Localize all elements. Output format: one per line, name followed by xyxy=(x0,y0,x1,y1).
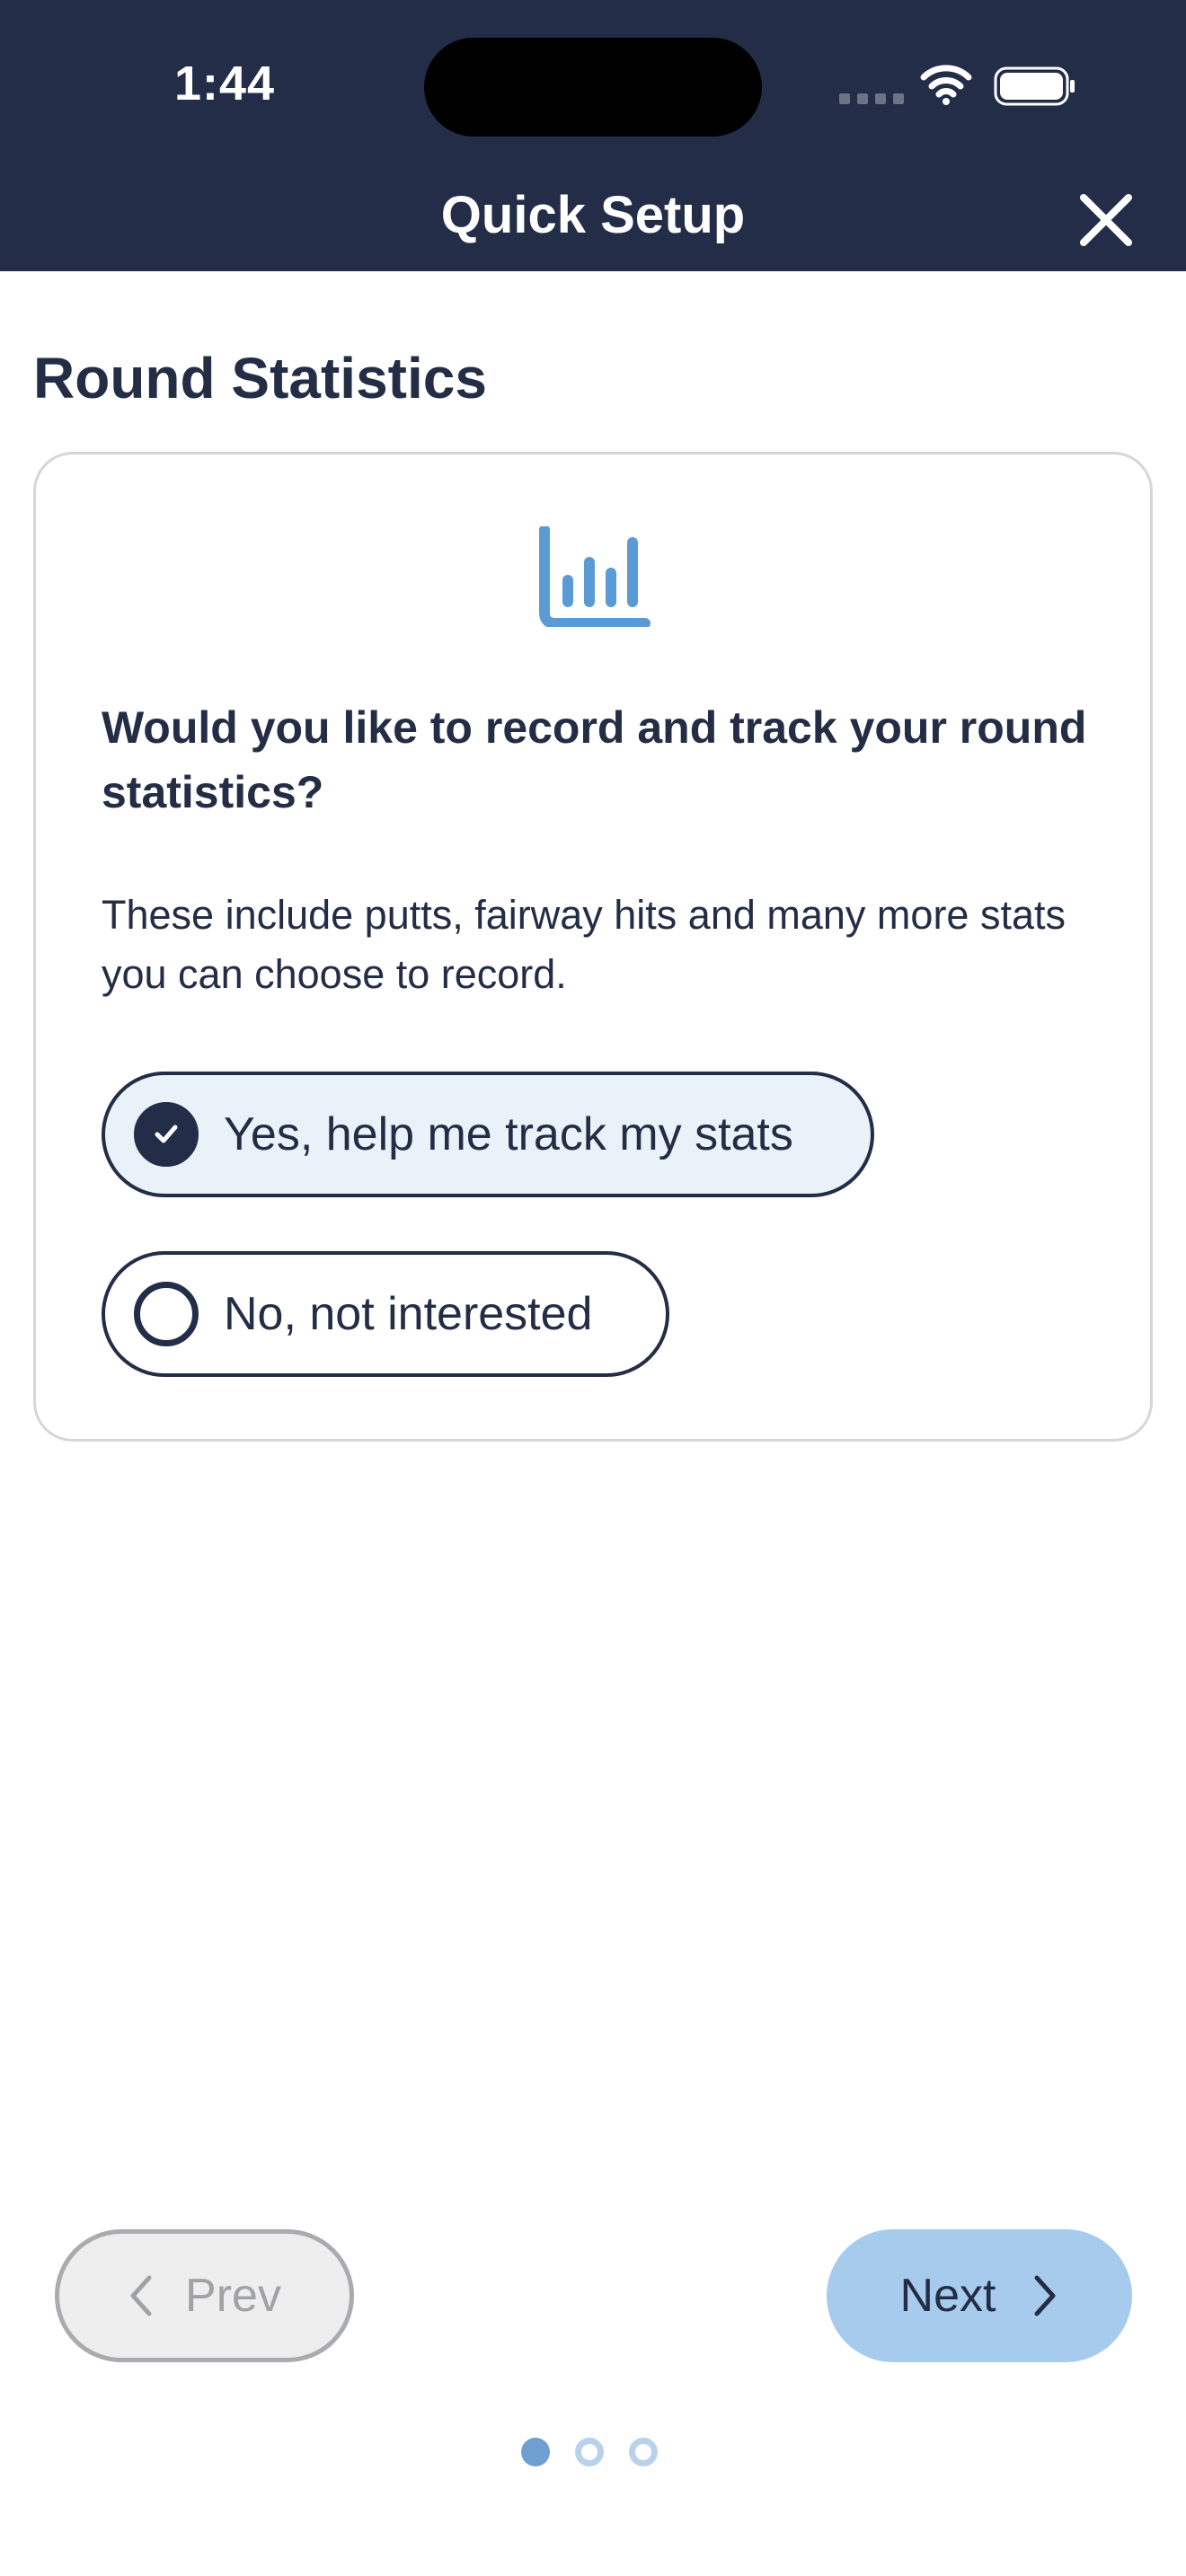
statistics-card: Would you like to record and track your … xyxy=(33,452,1153,1442)
prev-button[interactable]: Prev xyxy=(55,2229,354,2362)
header-title: Quick Setup xyxy=(440,186,746,244)
checkmark-icon xyxy=(155,1125,178,1143)
page-indicator xyxy=(521,2438,658,2466)
header-bar: 1:44 Quick Setup xyxy=(0,0,1186,271)
chevron-left-icon xyxy=(130,2275,152,2316)
prev-label: Prev xyxy=(185,2270,281,2322)
option-yes-label: Yes, help me track my stats xyxy=(224,1108,793,1160)
status-time: 1:44 xyxy=(174,57,276,110)
dynamic-island xyxy=(424,38,762,137)
page-dot-3 xyxy=(629,2438,658,2466)
quick-setup-screen: 1:44 Quick Setup Round Statistics Would … xyxy=(0,0,1186,2576)
wifi-icon xyxy=(920,65,972,105)
option-no-not-interested[interactable]: No, not interested xyxy=(102,1251,669,1377)
battery-icon xyxy=(994,66,1075,106)
bar-chart-icon xyxy=(539,526,651,627)
page-dot-1 xyxy=(521,2438,550,2466)
chevron-right-icon xyxy=(1034,2275,1056,2316)
question-text: Would you like to record and track your … xyxy=(102,702,1087,817)
radio-unchecked-icon xyxy=(134,1282,199,1346)
close-icon[interactable] xyxy=(1075,189,1137,251)
radio-checked-icon xyxy=(134,1102,199,1167)
description-text: These include putts, fairway hits and ma… xyxy=(102,892,1066,997)
option-no-label: No, not interested xyxy=(224,1288,593,1340)
page-dot-2 xyxy=(575,2438,604,2466)
next-button[interactable]: Next xyxy=(827,2229,1132,2362)
option-yes-track-stats[interactable]: Yes, help me track my stats xyxy=(102,1072,874,1197)
cellular-signal-icon xyxy=(839,93,904,104)
section-title: Round Statistics xyxy=(33,346,487,410)
next-label: Next xyxy=(899,2270,996,2322)
